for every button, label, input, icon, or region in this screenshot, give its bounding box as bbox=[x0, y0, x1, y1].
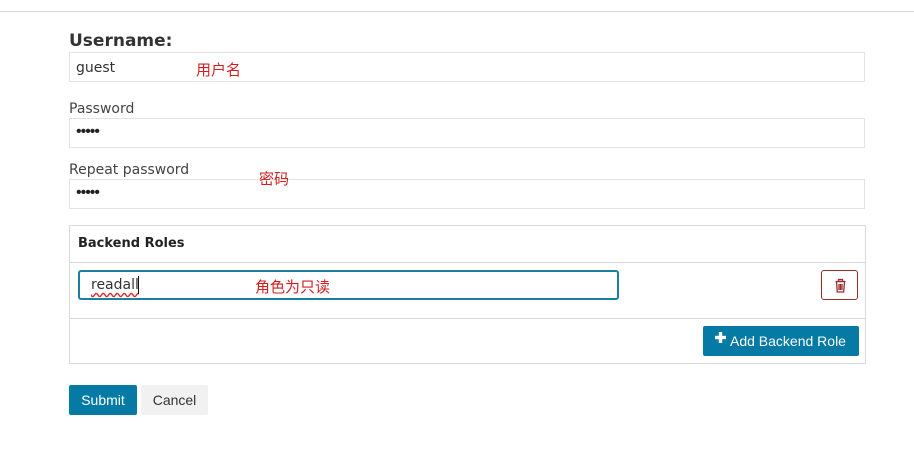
backend-role-input[interactable]: readall bbox=[78, 270, 619, 300]
annotation-password: 密码 bbox=[259, 170, 290, 188]
trash-icon bbox=[835, 278, 846, 293]
backend-role-row: readall bbox=[70, 263, 865, 319]
backend-role-value: readall bbox=[91, 277, 139, 293]
backend-roles-panel: Backend Roles readall Add Backend Role bbox=[69, 225, 866, 364]
username-field[interactable]: guest bbox=[69, 52, 865, 82]
submit-button[interactable]: Submit bbox=[69, 385, 137, 415]
add-backend-role-label: Add Backend Role bbox=[730, 333, 846, 349]
cancel-button[interactable]: Cancel bbox=[141, 385, 208, 415]
repeat-password-label: Repeat password bbox=[69, 162, 190, 178]
annotation-role: 角色为只读 bbox=[255, 278, 331, 296]
backend-roles-header: Backend Roles bbox=[70, 226, 865, 263]
backend-roles-title: Backend Roles bbox=[78, 236, 185, 251]
username-label: Username: bbox=[69, 31, 173, 51]
repeat-password-field[interactable]: ••••• bbox=[69, 179, 865, 209]
repeat-password-value: ••••• bbox=[76, 184, 100, 201]
add-backend-role-button[interactable]: Add Backend Role bbox=[703, 326, 859, 356]
password-label: Password bbox=[69, 101, 135, 117]
password-field[interactable]: ••••• bbox=[69, 118, 865, 148]
password-value: ••••• bbox=[76, 123, 100, 140]
text-caret bbox=[138, 276, 139, 294]
annotation-username: 用户名 bbox=[196, 61, 242, 79]
username-value: guest bbox=[76, 60, 116, 76]
top-divider bbox=[0, 11, 914, 12]
plus-icon bbox=[715, 332, 726, 343]
delete-role-button[interactable] bbox=[821, 270, 858, 300]
